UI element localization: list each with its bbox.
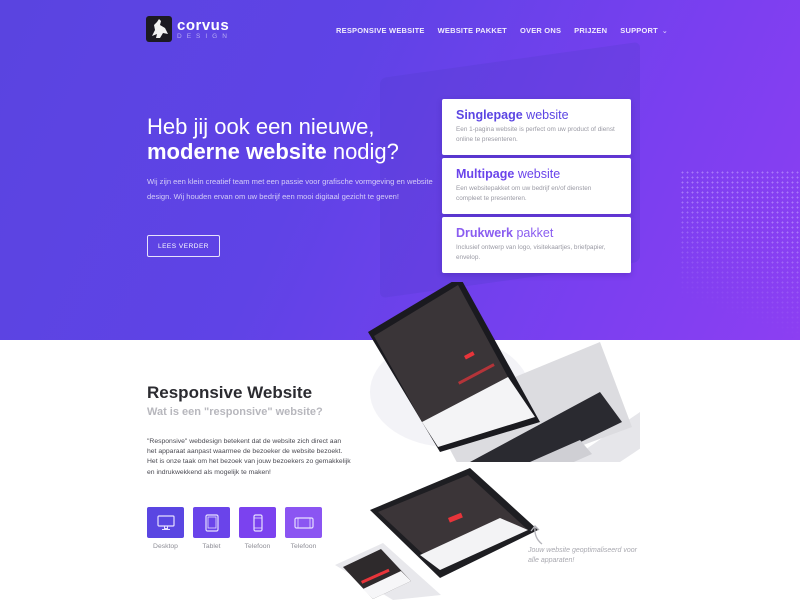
nav-item-label: OVER ONS (519, 26, 562, 35)
nav-item-label: PRIJZEN (574, 26, 608, 35)
hero-title-line1: Heb jij ook een nieuwe, (147, 114, 375, 139)
card-title-rest: website (522, 108, 569, 122)
card-description: Een 1-pagina website is perfect om uw pr… (456, 126, 615, 143)
responsive-title: Responsive Website (147, 383, 313, 402)
responsive-subtitle: Wat is een "responsive" website? (147, 406, 323, 418)
nav-item-over-ons[interactable]: OVER ONS (520, 26, 561, 35)
card-title: Multipage website (456, 167, 617, 182)
phone-icon (252, 513, 263, 532)
device-tile (285, 507, 322, 538)
device-label: Telefoon (244, 543, 271, 550)
device-label: Desktop (153, 543, 178, 550)
card-singlepage[interactable]: Singlepage website Een 1-pagina website … (442, 99, 631, 155)
nav-item-label: WEBSITE PAKKET (437, 26, 507, 35)
nav-item-responsive-website[interactable]: RESPONSIVE WEBSITE (336, 26, 425, 35)
card-title-bold: Multipage (456, 167, 515, 181)
nav-item-support[interactable]: SUPPORT ⌄ (620, 26, 668, 35)
nav-item-prijzen[interactable]: PRIJZEN (574, 26, 607, 35)
device-label: Telefoon (290, 543, 317, 550)
hero-title: Heb jij ook een nieuwe, moderne website … (147, 114, 399, 164)
device-phone[interactable]: Telefoon (239, 507, 276, 550)
hero-description: Wij zijn een klein creatief team met een… (147, 177, 433, 201)
card-title-rest: pakket (512, 226, 554, 240)
device-tablet[interactable]: Tablet (193, 507, 230, 550)
read-more-button[interactable]: LEES VERDER (147, 235, 220, 257)
tablet-icon (204, 513, 219, 532)
device-tile (239, 507, 276, 538)
device-desktop[interactable]: Desktop (147, 507, 184, 550)
nav-item-label: RESPONSIVE WEBSITE (336, 26, 425, 35)
device-tile (193, 507, 230, 538)
package-cards: Singlepage website Een 1-pagina website … (442, 99, 631, 276)
nav-item-label: SUPPORT (620, 26, 658, 35)
device-phone-landscape[interactable]: Telefoon (285, 507, 322, 550)
phone-mockup (335, 543, 441, 600)
card-title: Singlepage website (456, 108, 617, 123)
hero-dot-pattern (680, 170, 800, 340)
devices-note: Jouw website geoptimaliseerd voor alle a… (528, 547, 637, 564)
card-title-rest: website (514, 167, 561, 181)
card-multipage[interactable]: Multipage website Een websitepakket om u… (442, 158, 631, 214)
hero-title-bold: moderne website (147, 139, 327, 164)
device-list: Desktop Tablet Telefoon Telefoon (147, 507, 322, 550)
curved-arrow-icon (530, 525, 543, 545)
logo[interactable]: corvus DESIGN (146, 16, 232, 42)
card-title: Drukwerk pakket (456, 226, 617, 241)
card-drukwerk[interactable]: Drukwerk pakket Inclusief ontwerp van lo… (442, 217, 631, 273)
nav-item-website-pakket[interactable]: WEBSITE PAKKET (438, 26, 507, 35)
desktop-icon (156, 514, 175, 530)
hero-title-rest: nodig? (326, 139, 399, 164)
card-title-bold: Singlepage (456, 108, 523, 122)
raven-icon (146, 16, 172, 42)
responsive-description: "Responsive" webdesign betekent dat de w… (147, 438, 351, 476)
chevron-down-icon: ⌄ (661, 27, 668, 35)
laptop-mockup (368, 282, 640, 462)
card-title-bold: Drukwerk (456, 226, 513, 240)
device-label: Tablet (202, 543, 221, 550)
main-nav: RESPONSIVE WEBSITE WEBSITE PAKKET OVER O… (336, 26, 668, 35)
brand-name: corvus (177, 16, 230, 34)
brand-subtitle: DESIGN (177, 32, 232, 40)
card-description: Een websitepakket om uw bedrijf en/of di… (456, 185, 592, 202)
device-tile (147, 507, 184, 538)
card-description: Inclusief ontwerp van logo, visitekaartj… (456, 244, 606, 261)
phone-landscape-icon (293, 516, 314, 529)
